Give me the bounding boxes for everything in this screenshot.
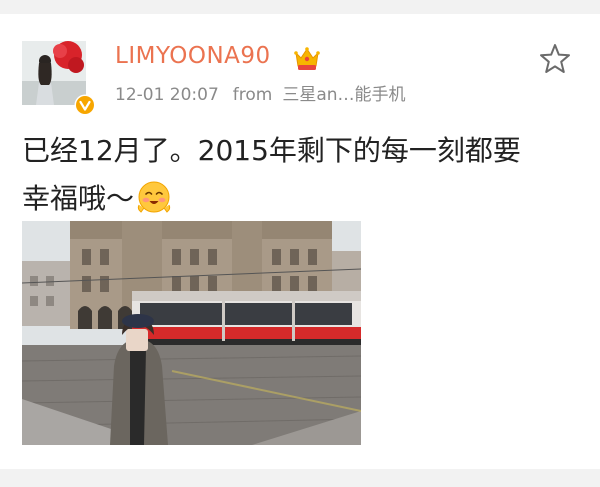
- crown-icon[interactable]: [292, 44, 322, 72]
- star-icon[interactable]: [537, 41, 573, 77]
- happy-blush-emoji-icon: [136, 179, 172, 215]
- post-photo[interactable]: [22, 221, 361, 445]
- from-label: from: [232, 85, 273, 105]
- post-meta: 12-01 20:07 from 三星an…能手机: [115, 80, 406, 105]
- post-text-line: 已经12月了。2015年剩下的每一刻都要: [22, 134, 521, 167]
- post-time: 12-01 20:07: [115, 85, 219, 105]
- username-link[interactable]: LIMYOONA90: [115, 43, 271, 69]
- post-text-segment: 幸福哦～: [22, 182, 135, 215]
- weibo-post-card: LIMYOONA90 12-01 20:07 from 三星an…能手机 已经12月…: [0, 14, 600, 469]
- post-source[interactable]: 三星an…能手机: [282, 85, 405, 105]
- verified-badge-icon: [74, 94, 96, 116]
- post-text-line: 幸福哦～: [22, 175, 587, 223]
- post-text: 已经12月了。2015年剩下的每一刻都要 幸福哦～: [22, 127, 587, 223]
